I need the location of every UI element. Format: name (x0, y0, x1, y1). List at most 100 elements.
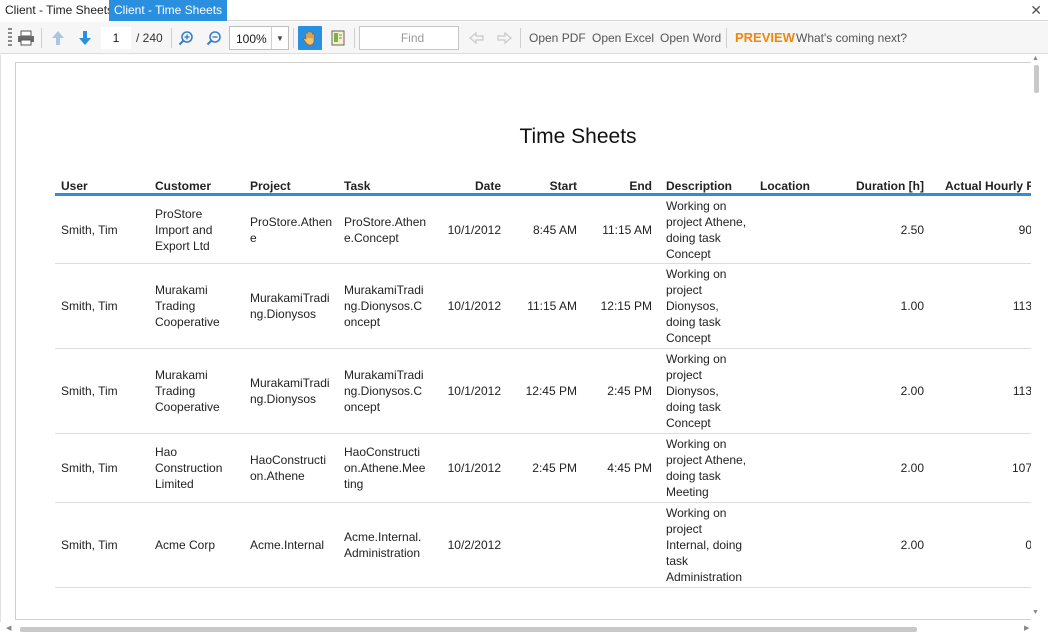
cell-customer: Acme Corp (155, 538, 216, 552)
cell-start: 11:15 AM (527, 299, 577, 313)
hand-tool-button[interactable] (298, 26, 322, 50)
cell-description: Working on project Athene, doing task Co… (666, 199, 747, 261)
report-title: Time Sheets (519, 125, 637, 148)
cell-project: Acme.Internal (250, 538, 325, 552)
cell-rate: 113 (1012, 384, 1032, 398)
cell-project: ProStore.Athen e (250, 215, 333, 245)
cell-end: 12:15 PM (600, 299, 652, 313)
zoom-select[interactable]: 100% ▼ (229, 26, 289, 50)
cell-task: HaoConstructi on.Athene.Mee ting (344, 445, 426, 491)
toolbar-separator (520, 28, 521, 48)
cell-end: 4:45 PM (607, 461, 652, 475)
toolbar-separator (354, 28, 355, 48)
cell-end: 2:45 PM (607, 384, 652, 398)
toolbar: 1 / 240 100% ▼ Find Open PDF Open Excel … (0, 22, 1048, 54)
find-previous-button[interactable] (466, 26, 488, 50)
print-icon (18, 30, 34, 46)
cell-rate: 0 (1025, 538, 1032, 552)
column-header-description: Description (666, 179, 733, 193)
cell-customer: Murakami Trading Cooperative (155, 283, 220, 329)
column-header-project: Project (250, 179, 291, 193)
next-page-button[interactable] (74, 26, 96, 50)
cell-date: 10/1/2012 (447, 461, 501, 475)
cell-project: MurakamiTradi ng.Dionysos (250, 291, 330, 321)
toolbar-grip[interactable] (8, 28, 12, 48)
cell-description: Working on project Internal, doing task … (666, 506, 743, 584)
column-header-end: End (629, 179, 652, 193)
scroll-right-icon[interactable]: ▶ (1024, 624, 1029, 632)
cell-duration: 2.00 (900, 461, 924, 475)
vertical-scroll-thumb[interactable] (1034, 65, 1039, 93)
cell-user: Smith, Tim (61, 299, 118, 313)
chevron-down-icon[interactable]: ▼ (271, 27, 288, 49)
page-total-label: / 240 (136, 31, 163, 45)
preview-label: PREVIEW (735, 30, 795, 45)
toolbar-separator (41, 28, 42, 48)
column-header-actual-hourly-rate: Actual Hourly Ra (945, 179, 1031, 193)
cell-task: MurakamiTradi ng.Dionysos.C oncept (344, 368, 424, 414)
cell-rate: 90 (1018, 223, 1032, 237)
cell-user: Smith, Tim (61, 384, 118, 398)
report-page: Time Sheets User Customer Project Task D… (15, 62, 1032, 620)
whats-coming-next-link[interactable]: What's coming next? (796, 31, 907, 45)
cell-start: 12:45 PM (525, 384, 577, 398)
scroll-down-icon[interactable]: ▼ (1032, 609, 1039, 616)
cell-duration: 2.50 (900, 223, 924, 237)
tab-client-time-sheets-1[interactable]: Client - Time Sheets (0, 0, 119, 21)
open-pdf-button[interactable]: Open PDF (529, 31, 586, 45)
open-word-button[interactable]: Open Word (660, 31, 721, 45)
close-icon[interactable]: ✕ (1030, 2, 1042, 18)
cell-date: 10/1/2012 (447, 299, 501, 313)
table-row-divider (55, 348, 1031, 349)
table-row-divider (55, 502, 1031, 503)
arrow-up-icon (52, 31, 64, 45)
column-header-customer: Customer (155, 179, 212, 193)
vertical-scrollbar[interactable]: ▲ ▼ (1031, 55, 1044, 622)
zoom-value: 100% (236, 32, 267, 46)
zoom-in-icon (178, 31, 193, 46)
cell-start: 2:45 PM (532, 461, 577, 475)
tab-client-time-sheets-2[interactable]: Client - Time Sheets (109, 0, 228, 21)
zoom-in-button[interactable] (175, 26, 197, 50)
print-button[interactable] (14, 26, 38, 50)
scroll-left-icon[interactable]: ◀ (6, 624, 11, 632)
cell-user: Smith, Tim (61, 223, 118, 237)
cell-task: ProStore.Athen e.Concept (344, 215, 427, 245)
cell-date: 10/2/2012 (447, 538, 501, 552)
find-previous-icon (469, 31, 484, 45)
cell-description: Working on project (666, 619, 758, 620)
cell-project: HaoConstructi on.Athene (250, 453, 327, 483)
hand-icon (303, 31, 315, 46)
find-next-button[interactable] (493, 26, 515, 50)
cell-duration: 1.00 (900, 299, 924, 313)
horizontal-scrollbar[interactable]: ◀ ▶ (0, 622, 1048, 637)
column-header-duration: Duration [h] (856, 179, 924, 193)
cell-description: Working on project Dionysos, doing task … (666, 352, 727, 430)
open-excel-button[interactable]: Open Excel (592, 31, 654, 45)
find-input[interactable]: Find (359, 26, 459, 50)
table-row-divider (55, 433, 1031, 434)
column-header-date: Date (474, 179, 501, 193)
scroll-up-icon[interactable]: ▲ (1032, 55, 1039, 62)
document-viewer[interactable]: Time Sheets User Customer Project Task D… (0, 55, 1048, 637)
find-next-icon (497, 31, 512, 45)
cell-date: 10/1/2012 (447, 223, 501, 237)
column-header-location: Location (760, 179, 810, 193)
cell-user: Smith, Tim (61, 538, 118, 552)
previous-page-button[interactable] (47, 26, 69, 50)
zoom-out-button[interactable] (203, 26, 225, 50)
bookmark-icon (331, 30, 345, 46)
column-header-task: Task (344, 179, 371, 193)
table-row-divider (55, 587, 1031, 588)
cell-duration: 2.00 (900, 538, 924, 552)
cell-start: 8:45 AM (532, 223, 577, 237)
horizontal-scroll-thumb[interactable] (20, 627, 917, 632)
cell-rate: 113 (1012, 299, 1032, 313)
bookmarks-button[interactable] (327, 26, 349, 50)
cell-customer: Murakami Trading Cooperative (155, 368, 220, 414)
cell-task: Acme.Internal. Administration (344, 530, 422, 560)
table-row-divider (55, 263, 1031, 264)
column-header-user: User (61, 179, 88, 193)
page-number-input[interactable]: 1 (101, 27, 131, 49)
cell-duration: 2.00 (900, 384, 924, 398)
